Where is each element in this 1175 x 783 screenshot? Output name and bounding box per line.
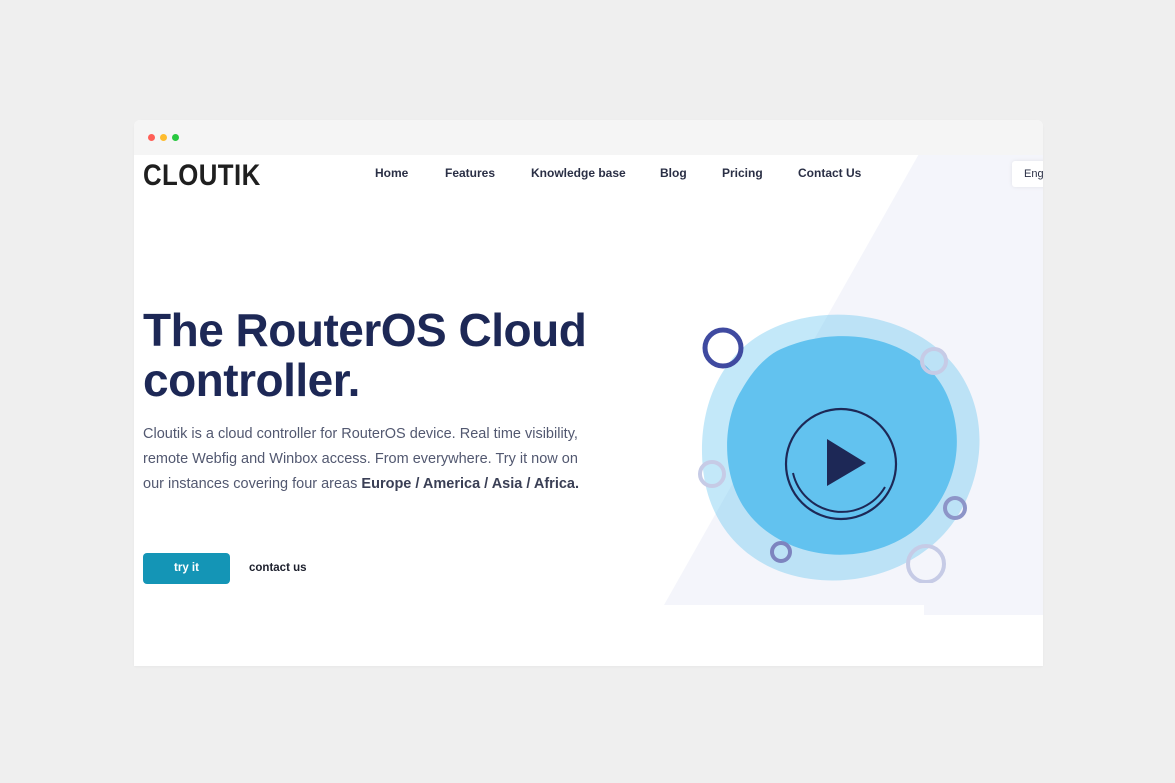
ring-top-left [702, 327, 744, 369]
video-play-graphic [698, 314, 980, 583]
window-titlebar [134, 120, 1043, 156]
nav-item-pricing[interactable]: Pricing [722, 166, 763, 180]
hero-description: Cloutik is a cloud controller for Router… [143, 422, 588, 497]
browser-window: CLOUTIK Home Features Knowledge base Blo… [134, 120, 1043, 666]
hero-title: The RouterOS Cloud controller. [143, 304, 587, 406]
nav-item-home[interactable]: Home [375, 166, 408, 180]
maximize-window-dot[interactable] [172, 134, 179, 141]
blob-front [727, 336, 957, 555]
nav-item-knowledge-base[interactable]: Knowledge base [531, 166, 626, 180]
language-selector[interactable]: Eng [1012, 161, 1043, 187]
hero-title-line-1: The RouterOS Cloud [143, 304, 587, 356]
hero-title-line-2: controller. [143, 354, 360, 406]
close-window-dot[interactable] [148, 134, 155, 141]
nav-item-features[interactable]: Features [445, 166, 495, 180]
ring-bottom-right [906, 544, 946, 583]
nav-item-contact-us[interactable]: Contact Us [798, 166, 861, 180]
minimize-window-dot[interactable] [160, 134, 167, 141]
cloutik-logo[interactable]: CLOUTIK [143, 159, 261, 193]
landing-page: CLOUTIK Home Features Knowledge base Blo… [134, 155, 1043, 666]
hero-regions: Europe / America / Asia / Africa. [361, 476, 579, 492]
nav-item-blog[interactable]: Blog [660, 166, 687, 180]
contact-us-link[interactable]: contact us [249, 553, 307, 584]
try-it-button[interactable]: try it [143, 553, 230, 584]
